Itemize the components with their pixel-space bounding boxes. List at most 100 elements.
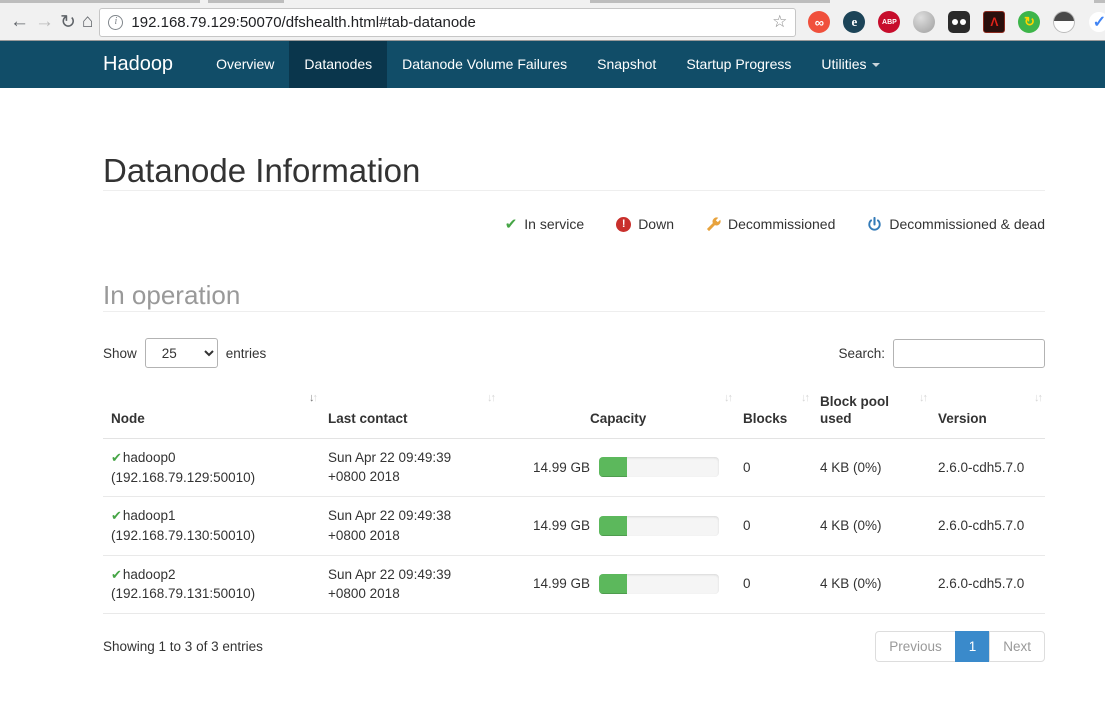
blocks-cell: 0 xyxy=(735,555,812,613)
wrench-icon xyxy=(706,217,721,232)
next-page-button[interactable]: Next xyxy=(989,631,1045,662)
power-icon xyxy=(867,217,882,232)
column-header-last-contact[interactable]: Last contact ↓↑ xyxy=(320,388,498,438)
tab-strip xyxy=(0,0,1105,4)
version-cell: 2.6.0-cdh5.7.0 xyxy=(930,438,1045,496)
node-address: (192.168.79.131:50010) xyxy=(111,584,312,604)
gray-globe-extension-icon[interactable] xyxy=(913,11,935,33)
acrobat-extension-icon[interactable]: Λ xyxy=(983,11,1005,33)
capacity-value: 14.99 GB xyxy=(506,458,590,478)
blocks-cell: 0 xyxy=(735,438,812,496)
divider xyxy=(103,311,1045,312)
nav-item-snapshot[interactable]: Snapshot xyxy=(582,41,671,88)
page-number-button[interactable]: 1 xyxy=(955,631,991,662)
node-name: hadoop2 xyxy=(123,567,176,582)
pagination: Previous 1 Next xyxy=(875,631,1045,662)
hadoop-navbar: Hadoop Overview Datanodes Datanode Volum… xyxy=(0,41,1105,88)
infinity-extension-icon[interactable]: ∞ xyxy=(808,11,830,33)
column-label: Version xyxy=(938,411,987,426)
bookmark-star-icon[interactable]: ☆ xyxy=(772,12,787,32)
status-legend: ✔ In service ! Down Decommissioned Decom… xyxy=(103,215,1045,233)
column-label: Last contact xyxy=(328,411,408,426)
tab-edge xyxy=(0,0,200,3)
column-label: Blocks xyxy=(743,411,787,426)
table-controls: Show 25 entries Search: xyxy=(103,338,1045,368)
in-service-check-icon: ✔ xyxy=(111,508,122,523)
legend-label: In service xyxy=(524,216,584,232)
url-text[interactable]: 192.168.79.129:50070/dfshealth.html#tab-… xyxy=(131,14,766,31)
utilities-label: Utilities xyxy=(821,56,866,72)
node-cell: ✔hadoop0 (192.168.79.129:50010) xyxy=(103,438,320,496)
capacity-progress-fill xyxy=(599,457,627,477)
last-contact-cell: Sun Apr 22 09:49:39 +0800 2018 xyxy=(320,555,498,613)
reload-icon[interactable]: ↻ xyxy=(60,9,76,35)
adblock-plus-extension-icon[interactable]: ABP xyxy=(878,11,900,33)
version-cell: 2.6.0-cdh5.7.0 xyxy=(930,555,1045,613)
cat-extension-icon[interactable] xyxy=(1053,11,1075,33)
entries-label: entries xyxy=(226,346,267,361)
version-cell: 2.6.0-cdh5.7.0 xyxy=(930,497,1045,555)
brand-hadoop[interactable]: Hadoop xyxy=(103,41,173,88)
capacity-progress-fill xyxy=(599,574,627,594)
table-row: ✔hadoop2 (192.168.79.131:50010) Sun Apr … xyxy=(103,555,1045,613)
search-input[interactable] xyxy=(893,339,1045,368)
capacity-progress-bar xyxy=(599,574,719,594)
nav-item-datanodes[interactable]: Datanodes xyxy=(289,41,387,88)
nav-item-startup-progress[interactable]: Startup Progress xyxy=(671,41,806,88)
node-address: (192.168.79.130:50010) xyxy=(111,526,312,546)
address-bar[interactable]: i 192.168.79.129:50070/dfshealth.html#ta… xyxy=(99,8,796,37)
page-title: Datanode Information xyxy=(103,152,1045,190)
nav-item-utilities[interactable]: Utilities xyxy=(806,41,894,88)
previous-page-button[interactable]: Previous xyxy=(875,631,956,662)
show-label: Show xyxy=(103,346,137,361)
column-header-block-pool-used[interactable]: Block pool used ↓↑ xyxy=(812,388,930,438)
tab-edge xyxy=(1094,0,1105,3)
legend-decommissioned-dead: Decommissioned & dead xyxy=(867,216,1045,232)
capacity-cell: 14.99 GB xyxy=(498,497,735,555)
blocks-cell: 0 xyxy=(735,497,812,555)
block-pool-used-cell: 4 KB (0%) xyxy=(812,555,930,613)
capacity-progress-bar xyxy=(599,457,719,477)
column-label: Block pool used xyxy=(820,394,889,426)
page-info-icon[interactable]: i xyxy=(108,15,123,30)
legend-decommissioned: Decommissioned xyxy=(706,216,835,232)
sort-icon: ↓↑ xyxy=(801,392,808,406)
column-header-capacity[interactable]: Capacity ↓↑ xyxy=(498,388,735,438)
back-icon[interactable]: ← xyxy=(10,9,29,35)
e-browser-extension-icon[interactable]: e xyxy=(843,11,865,33)
column-header-version[interactable]: Version ↓↑ xyxy=(930,388,1045,438)
green-safety-extension-icon[interactable]: ↻ xyxy=(1018,11,1040,33)
blue-check-extension-icon[interactable]: ✓ xyxy=(1088,11,1105,33)
capacity-value: 14.99 GB xyxy=(506,516,590,536)
table-row: ✔hadoop1 (192.168.79.130:50010) Sun Apr … xyxy=(103,497,1045,555)
search-control: Search: xyxy=(838,339,1045,368)
column-header-node[interactable]: Node ↓↑ xyxy=(103,388,320,438)
nav-item-datanode-volume-failures[interactable]: Datanode Volume Failures xyxy=(387,41,582,88)
browser-toolbar: ← → ↻ ⌂ i 192.168.79.129:50070/dfshealth… xyxy=(0,4,1105,40)
table-footer: Showing 1 to 3 of 3 entries Previous 1 N… xyxy=(103,631,1045,662)
nav-item-overview[interactable]: Overview xyxy=(201,41,289,88)
page-size-select[interactable]: 25 xyxy=(145,338,218,368)
table-row: ✔hadoop0 (192.168.79.129:50010) Sun Apr … xyxy=(103,438,1045,496)
legend-in-service: ✔ In service xyxy=(505,215,585,233)
page-length-control: Show 25 entries xyxy=(103,338,266,368)
column-header-blocks[interactable]: Blocks ↓↑ xyxy=(735,388,812,438)
binoculars-extension-icon[interactable] xyxy=(948,11,970,33)
extension-icons: ∞ e ABP Λ ↻ ✓ xyxy=(808,11,1105,33)
legend-label: Decommissioned xyxy=(728,216,835,232)
section-title: In operation xyxy=(103,280,1045,311)
home-icon[interactable]: ⌂ xyxy=(82,9,93,35)
legend-label: Down xyxy=(638,216,674,232)
node-name: hadoop0 xyxy=(123,450,176,465)
tab-edge xyxy=(590,0,830,3)
node-cell: ✔hadoop1 (192.168.79.130:50010) xyxy=(103,497,320,555)
search-label: Search: xyxy=(838,346,885,361)
sort-icon: ↓↑ xyxy=(919,392,926,406)
block-pool-used-cell: 4 KB (0%) xyxy=(812,497,930,555)
forward-icon[interactable]: → xyxy=(35,9,54,35)
showing-entries-info: Showing 1 to 3 of 3 entries xyxy=(103,639,263,654)
in-service-check-icon: ✔ xyxy=(111,567,122,582)
capacity-progress-fill xyxy=(599,516,627,536)
capacity-cell: 14.99 GB xyxy=(498,555,735,613)
block-pool-used-cell: 4 KB (0%) xyxy=(812,438,930,496)
